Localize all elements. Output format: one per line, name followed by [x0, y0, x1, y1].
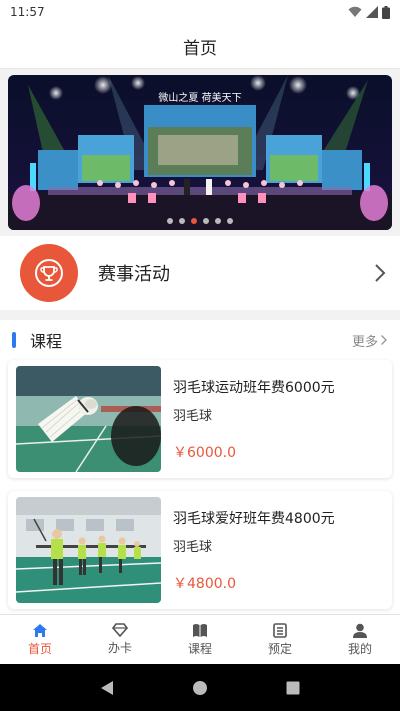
home-button-icon[interactable]: [192, 680, 208, 696]
back-icon[interactable]: [99, 680, 115, 696]
course-info: 羽毛球爱好班年费4800元 羽毛球 ￥4800.0: [173, 508, 335, 593]
status-time: 11:57: [10, 5, 45, 19]
course-price: ￥6000.0: [173, 444, 236, 461]
status-icons: [348, 5, 390, 19]
course-title: 羽毛球运动班年费6000元: [173, 379, 335, 396]
wifi-icon: [348, 6, 362, 17]
section-accent-bar: [12, 332, 16, 348]
carousel-dot[interactable]: [227, 218, 233, 224]
more-label: 更多: [351, 334, 378, 350]
battery-icon: [382, 5, 390, 19]
home-icon: [33, 623, 47, 637]
diamond-icon: [112, 623, 128, 637]
more-link[interactable]: 更多: [352, 331, 388, 350]
carousel-dot[interactable]: [167, 218, 173, 224]
carousel-dot-active[interactable]: [191, 218, 197, 224]
tab-label: 课程: [187, 641, 212, 656]
signal-icon: [366, 6, 378, 18]
course-category: 羽毛球: [173, 408, 213, 424]
course-price: ￥4800.0: [173, 575, 236, 592]
tab-profile[interactable]: 我的: [320, 615, 400, 664]
tab-label: 预定: [267, 641, 292, 656]
recents-icon[interactable]: [285, 680, 301, 696]
tab-label: 办卡: [107, 641, 132, 655]
tab-home[interactable]: 首页: [0, 615, 80, 664]
banner-slogan: 微山之夏 荷美天下: [158, 91, 241, 104]
chevron-right-icon: [381, 335, 387, 345]
course-section: 课程 更多 羽毛球运动班年费6000元 羽毛球 ￥6000.0 羽毛球爱好班年费…: [0, 320, 400, 614]
person-icon: [353, 623, 367, 638]
system-nav-bar: [0, 664, 400, 711]
chevron-right-icon: [375, 264, 386, 282]
carousel-dot[interactable]: [179, 218, 185, 224]
course-info: 羽毛球运动班年费6000元 羽毛球 ￥6000.0: [173, 377, 335, 462]
course-title: 羽毛球爱好班年费4800元: [173, 510, 335, 527]
course-image: [16, 366, 161, 472]
trophy-icon: [20, 244, 78, 302]
bottom-tab-bar: 首页 办卡 课程 预定 我的: [0, 614, 400, 664]
book-icon: [193, 623, 207, 637]
section-title: 课程: [30, 332, 63, 351]
section-header: 课程 更多: [0, 320, 400, 360]
events-label: 赛事活动: [98, 264, 170, 285]
banner-carousel[interactable]: 微山之夏 荷美天下: [8, 75, 392, 230]
app-header: 首页: [0, 24, 400, 69]
course-image: [16, 497, 161, 603]
tab-label: 首页: [27, 641, 52, 656]
page-title: 首页: [183, 38, 217, 59]
banner-image: 微山之夏 荷美天下: [8, 75, 392, 230]
events-entry[interactable]: 赛事活动: [0, 236, 400, 310]
course-category: 羽毛球: [173, 539, 213, 555]
tab-courses[interactable]: 课程: [160, 615, 240, 664]
tab-booking[interactable]: 预定: [240, 615, 320, 664]
tab-card[interactable]: 办卡: [80, 615, 160, 664]
list-icon: [273, 622, 287, 638]
status-bar: 11:57: [0, 0, 400, 24]
carousel-dots: [8, 218, 392, 224]
carousel-dot[interactable]: [215, 218, 221, 224]
carousel-dot[interactable]: [203, 218, 209, 224]
course-card[interactable]: 羽毛球爱好班年费4800元 羽毛球 ￥4800.0: [8, 491, 392, 609]
tab-label: 我的: [347, 641, 372, 656]
course-card[interactable]: 羽毛球运动班年费6000元 羽毛球 ￥6000.0: [8, 360, 392, 478]
